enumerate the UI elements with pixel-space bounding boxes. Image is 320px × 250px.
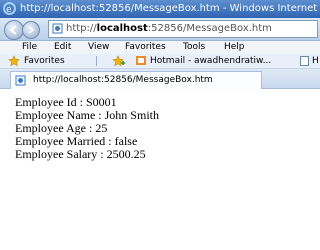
back-arrow-icon — [9, 25, 17, 35]
employee-salary: Employee Salary : 2500.25 — [15, 147, 146, 161]
favorite-link-truncated[interactable]: H — [312, 54, 319, 68]
menu-bar: File Edit View Favorites Tools Help — [0, 41, 320, 54]
address-bar[interactable]: http://localhost:52856/MessageBox.htm — [48, 20, 318, 38]
address-url: http://localhost:52856/MessageBox.htm — [66, 23, 272, 34]
forward-button[interactable] — [22, 21, 40, 39]
menu-tools[interactable]: Tools — [183, 41, 205, 54]
menu-edit[interactable]: Edit — [54, 41, 71, 54]
tab-bar: http://localhost:52856/MessageBox.htm — [0, 69, 320, 89]
favorites-separator — [96, 56, 97, 66]
ie-logo-icon: e — [3, 2, 16, 15]
forward-arrow-icon — [28, 26, 35, 34]
page-content: Employee Id : S0001 Employee Name : John… — [0, 89, 320, 250]
window-titlebar: e http://localhost:52856/MessageBox.htm … — [0, 0, 320, 18]
page-icon — [300, 56, 309, 66]
page-icon — [52, 23, 63, 34]
hotmail-icon — [136, 56, 146, 65]
page-icon — [15, 75, 26, 86]
favorites-button-label[interactable]: Favorites — [24, 54, 65, 68]
tab-title: http://localhost:52856/MessageBox.htm — [33, 75, 213, 85]
hotmail-favorite-link[interactable]: Hotmail - awadhendratiw... — [150, 54, 271, 68]
menu-help[interactable]: Help — [224, 41, 245, 54]
menu-file[interactable]: File — [22, 41, 37, 54]
favorites-bar: Favorites Hotmail - awadhendratiw... H — [0, 54, 320, 69]
menu-view[interactable]: View — [88, 41, 109, 54]
tab-messagebox[interactable]: http://localhost:52856/MessageBox.htm — [10, 71, 262, 89]
svg-text:e: e — [6, 5, 12, 15]
back-button[interactable] — [4, 20, 24, 40]
navigation-bar: http://localhost:52856/MessageBox.htm — [0, 18, 320, 41]
window-title: http://localhost:52856/MessageBox.htm - … — [20, 3, 318, 14]
employee-details: Employee Id : S0001 Employee Name : John… — [15, 96, 159, 161]
menu-favorites[interactable]: Favorites — [125, 41, 166, 54]
